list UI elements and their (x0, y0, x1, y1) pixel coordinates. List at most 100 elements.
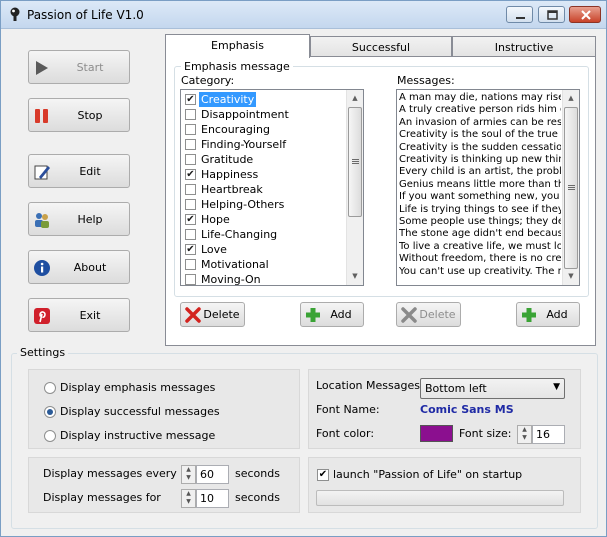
message-item[interactable]: The stone age didn't end because (399, 228, 561, 240)
for-stepper[interactable]: ▲ ▼ 10 (181, 489, 229, 508)
checkbox-box[interactable] (185, 139, 196, 150)
plus-icon (306, 308, 320, 322)
category-add-label: Add (330, 308, 352, 321)
scroll-down-icon[interactable]: ▼ (563, 268, 579, 285)
font-size-input[interactable]: 16 (532, 425, 565, 444)
category-delete-button[interactable]: Delete (180, 302, 245, 327)
message-item[interactable]: Every child is an artist, the problem (399, 166, 561, 178)
every-stepper[interactable]: ▲ ▼ 60 (181, 465, 229, 484)
display-mode-panel: Display emphasis messages Display succes… (28, 369, 300, 449)
category-item[interactable]: Gratitude (183, 152, 347, 167)
message-item[interactable]: A truly creative person rids him or h (399, 104, 561, 116)
maximize-button[interactable] (538, 6, 565, 23)
category-item[interactable]: ✔ Happiness (183, 167, 347, 182)
category-item[interactable]: Moving-On (183, 272, 347, 285)
category-item[interactable]: Life-Changing (183, 227, 347, 242)
message-add-button[interactable]: Add (516, 302, 580, 327)
location-select[interactable]: Bottom left ▼ (420, 378, 565, 399)
font-size-stepper[interactable]: ▲ ▼ 16 (517, 425, 565, 444)
minimize-button[interactable] (506, 6, 533, 23)
scroll-up-icon[interactable]: ▲ (563, 90, 579, 107)
message-item[interactable]: If you want something new, you ha (399, 191, 561, 203)
every-input[interactable]: 60 (196, 465, 229, 484)
checkbox-box[interactable] (185, 199, 196, 210)
messages-list[interactable]: A man may die, nations may rise ar A trul… (396, 89, 580, 286)
help-button-label: Help (77, 213, 103, 226)
start-button[interactable]: Start (28, 50, 130, 84)
edit-button[interactable]: Edit (28, 154, 130, 188)
message-item[interactable]: Life is trying things to see if they w (399, 204, 561, 216)
scroll-up-icon[interactable]: ▲ (347, 90, 363, 107)
message-item[interactable]: Creativity is the soul of the true sch (399, 129, 561, 141)
exit-button[interactable]: Exit (28, 298, 130, 332)
checkbox-box[interactable]: ✔ (185, 244, 196, 255)
start-button-label: Start (76, 61, 104, 74)
checkbox-box[interactable] (185, 109, 196, 120)
font-name-label: Font Name: (316, 403, 380, 416)
scroll-down-icon[interactable]: ▼ (347, 268, 363, 285)
checkbox-box[interactable] (185, 259, 196, 270)
edit-button-label: Edit (79, 165, 101, 178)
chevron-down-icon: ▼ (553, 382, 560, 392)
category-item[interactable]: Finding-Yourself (183, 137, 347, 152)
message-item[interactable]: Some people use things; they dest (399, 216, 561, 228)
message-delete-label: Delete (419, 308, 456, 321)
category-scrollbar[interactable]: ▲ ▼ (346, 90, 363, 285)
category-item[interactable]: Motivational (183, 257, 347, 272)
checkbox-box[interactable] (185, 124, 196, 135)
font-size-label: Font size: (459, 427, 512, 440)
category-item[interactable]: Helping-Others (183, 197, 347, 212)
checkbox-box[interactable] (185, 184, 196, 195)
message-item[interactable]: Without freedom, there is no creati (399, 253, 561, 265)
font-name-value[interactable]: Comic Sans MS (420, 403, 514, 416)
message-item[interactable]: A man may die, nations may rise ar (399, 92, 561, 104)
settings-title: Settings (17, 346, 69, 359)
about-button[interactable]: About (28, 250, 130, 284)
stepper-arrows[interactable]: ▲ ▼ (181, 489, 196, 508)
message-item[interactable]: You can't use up creativity. The m (399, 266, 561, 278)
message-delete-button[interactable]: Delete (396, 302, 461, 327)
help-button[interactable]: Help (28, 202, 130, 236)
checkbox-box: ✔ (317, 469, 329, 481)
category-item[interactable]: ✔ Hope (183, 212, 347, 227)
emphasis-tab-panel: Emphasis message Category: Messages: ✔ Cr… (165, 56, 596, 346)
font-color-swatch[interactable] (420, 425, 453, 442)
close-button[interactable] (569, 6, 601, 23)
message-item[interactable]: Creativity is the sudden cessation c (399, 142, 561, 154)
category-list[interactable]: ✔ Creativity Disappointment Encouraging Find… (180, 89, 364, 286)
stepper-arrows[interactable]: ▲ ▼ (181, 465, 196, 484)
for-input[interactable]: 10 (196, 489, 229, 508)
checkbox-box[interactable]: ✔ (185, 169, 196, 180)
scroll-thumb[interactable] (564, 107, 578, 269)
message-item[interactable]: Genius means little more than the f (399, 179, 561, 191)
tab-instructive[interactable]: Instructive (452, 36, 596, 58)
checkbox-box[interactable] (185, 229, 196, 240)
category-item[interactable]: ✔ Creativity (183, 92, 347, 107)
category-add-button[interactable]: Add (300, 302, 364, 327)
every-label: Display messages every (43, 467, 177, 480)
category-item[interactable]: Heartbreak (183, 182, 347, 197)
message-item[interactable]: Creativity is thinking up new things (399, 154, 561, 166)
font-color-label: Font color: (316, 427, 375, 440)
category-item[interactable]: Disappointment (183, 107, 347, 122)
pinterest-icon (34, 308, 50, 324)
stop-button[interactable]: Stop (28, 98, 130, 132)
checkbox-box[interactable] (185, 154, 196, 165)
message-item[interactable]: An invasion of armies can be resist (399, 117, 561, 129)
checkbox-box[interactable]: ✔ (185, 94, 196, 105)
category-item[interactable]: ✔ Love (183, 242, 347, 257)
maximize-icon (547, 10, 558, 20)
stepper-arrows[interactable]: ▲ ▼ (517, 425, 532, 444)
title-bar[interactable]: Passion of Life V1.0 (1, 1, 606, 29)
app-logo-icon (10, 7, 20, 21)
messages-scrollbar[interactable]: ▲ ▼ (562, 90, 579, 285)
about-button-label: About (73, 261, 107, 274)
category-item[interactable]: Encouraging (183, 122, 347, 137)
checkbox-box[interactable] (185, 274, 196, 285)
delete-x-icon (401, 307, 417, 323)
scroll-thumb[interactable] (348, 107, 362, 217)
message-item[interactable]: To live a creative life, we must lose (399, 241, 561, 253)
checkbox-box[interactable]: ✔ (185, 214, 196, 225)
tab-successful[interactable]: Successful (310, 36, 452, 58)
tab-emphasis[interactable]: Emphasis (165, 34, 310, 58)
